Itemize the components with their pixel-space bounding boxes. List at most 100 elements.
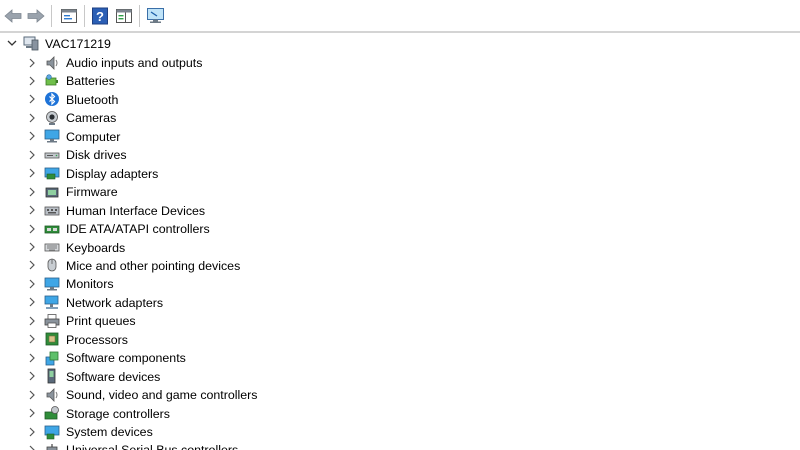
chevron-right-icon[interactable] (27, 353, 37, 363)
chevron-right-icon[interactable] (27, 150, 37, 160)
tree-item[interactable]: Print queues (0, 312, 800, 331)
tree-item[interactable]: Human Interface Devices (0, 201, 800, 220)
monitor-icon (44, 277, 60, 291)
chevron-right-icon[interactable] (27, 408, 37, 418)
tree-item-label: Storage controllers (66, 406, 170, 421)
tree-item[interactable]: Processors (0, 330, 800, 349)
hid-icon (44, 206, 60, 216)
properties-button[interactable] (58, 5, 80, 27)
help-button[interactable]: ? (89, 5, 111, 27)
chevron-right-icon[interactable] (27, 316, 37, 326)
chevron-right-icon[interactable] (27, 445, 37, 450)
tree-item[interactable]: Software components (0, 349, 800, 368)
chevron-right-icon[interactable] (27, 113, 37, 123)
tree-item-label: Processors (66, 332, 128, 347)
system-devices-icon (44, 425, 60, 439)
chevron-down-icon[interactable] (7, 38, 17, 48)
chevron-right-icon[interactable] (27, 334, 37, 344)
tree-item[interactable]: Audio inputs and outputs (0, 54, 800, 73)
tree-item[interactable]: Batteries (0, 72, 800, 91)
tree-item-label: Audio inputs and outputs (66, 56, 203, 70)
tree-item-label: Disk drives (66, 148, 127, 163)
tree-item-label: Print queues (66, 314, 136, 329)
sound-controller-icon (46, 387, 58, 402)
device-tree: VAC171219 Audio inputs and outputs Batter… (0, 33, 800, 450)
chevron-right-icon[interactable] (27, 390, 37, 400)
chevron-right-icon[interactable] (27, 224, 37, 234)
tree-item[interactable]: System devices (0, 423, 800, 442)
tree-item[interactable]: Mice and other pointing devices (0, 256, 800, 275)
tree-item-label: Mice and other pointing devices (66, 258, 241, 273)
tree-item-label: IDE ATA/ATAPI controllers (66, 222, 210, 237)
display-adapter-icon (44, 167, 60, 180)
tree-item-label: Network adapters (66, 295, 164, 310)
disk-drive-icon (44, 152, 60, 159)
chevron-right-icon[interactable] (27, 131, 37, 141)
tree-item[interactable]: Firmware (0, 183, 800, 202)
tree-root[interactable]: VAC171219 (0, 33, 800, 53)
chevron-right-icon[interactable] (27, 187, 37, 197)
chevron-right-icon[interactable] (27, 260, 37, 270)
tree-item[interactable]: Storage controllers (0, 404, 800, 423)
action-pane-button[interactable] (113, 5, 135, 27)
tree-item-label: Human Interface Devices (66, 203, 206, 218)
ide-controller-icon (44, 225, 60, 233)
chevron-right-icon[interactable] (27, 297, 37, 307)
chevron-right-icon[interactable] (27, 94, 37, 104)
bluetooth-icon (45, 92, 59, 107)
firmware-icon (45, 187, 59, 198)
chevron-right-icon[interactable] (27, 205, 37, 215)
chevron-right-icon[interactable] (27, 76, 37, 86)
tree-item[interactable]: Bluetooth (0, 90, 800, 109)
chevron-right-icon[interactable] (27, 168, 37, 178)
software-device-icon (47, 368, 56, 384)
toolbar: ? (0, 0, 800, 33)
software-component-icon (45, 351, 59, 366)
tree-item-label: Monitors (66, 277, 114, 292)
keyboard-icon (44, 243, 60, 252)
tree-item[interactable]: Display adapters (0, 164, 800, 183)
tree-item[interactable]: Keyboards (0, 238, 800, 257)
tree-item[interactable]: Disk drives (0, 146, 800, 165)
properties-icon (61, 9, 77, 23)
svg-text:?: ? (96, 9, 104, 24)
back-button[interactable] (2, 5, 24, 27)
tree-item-label: Firmware (66, 185, 118, 200)
chevron-right-icon[interactable] (27, 371, 37, 381)
tree-item[interactable]: Software devices (0, 367, 800, 386)
tree-item-label: Batteries (66, 74, 115, 89)
toolbar-separator (84, 5, 85, 27)
usb-controller-icon (46, 443, 58, 450)
tree-item-label: Computer (66, 129, 121, 144)
toolbar-separator (51, 5, 52, 27)
back-arrow-icon (4, 9, 22, 23)
tree-item-label: Display adapters (66, 166, 159, 181)
mouse-icon (47, 259, 57, 272)
chevron-right-icon[interactable] (27, 58, 37, 68)
computer-name: VAC171219 (45, 37, 111, 51)
processor-icon (45, 332, 59, 346)
action-pane-icon (116, 9, 132, 23)
tree-item-label: Sound, video and game controllers (66, 388, 258, 403)
computer-icon (44, 129, 60, 143)
printer-icon (44, 313, 60, 328)
tree-item[interactable]: Monitors (0, 275, 800, 294)
speaker-icon (46, 55, 58, 70)
tree-item[interactable]: IDE ATA/ATAPI controllers (0, 220, 800, 239)
chevron-right-icon[interactable] (27, 427, 37, 437)
chevron-right-icon[interactable] (27, 242, 37, 252)
forward-button[interactable] (25, 5, 47, 27)
tree-item[interactable]: Cameras (0, 109, 800, 128)
tree-item[interactable]: Sound, video and game controllers (0, 386, 800, 405)
tree-item[interactable]: Computer (0, 127, 800, 146)
tree-item[interactable]: Universal Serial Bus controllers (0, 441, 800, 450)
scan-hardware-button[interactable] (145, 5, 167, 27)
tree-item[interactable]: Network adapters (0, 293, 800, 312)
battery-icon (45, 74, 58, 86)
forward-arrow-icon (27, 9, 45, 23)
scan-hardware-icon (147, 8, 164, 23)
tree-item-label: System devices (66, 425, 153, 439)
tree-item-label: Bluetooth (66, 92, 119, 107)
storage-controller-icon (44, 406, 59, 420)
chevron-right-icon[interactable] (27, 279, 37, 289)
